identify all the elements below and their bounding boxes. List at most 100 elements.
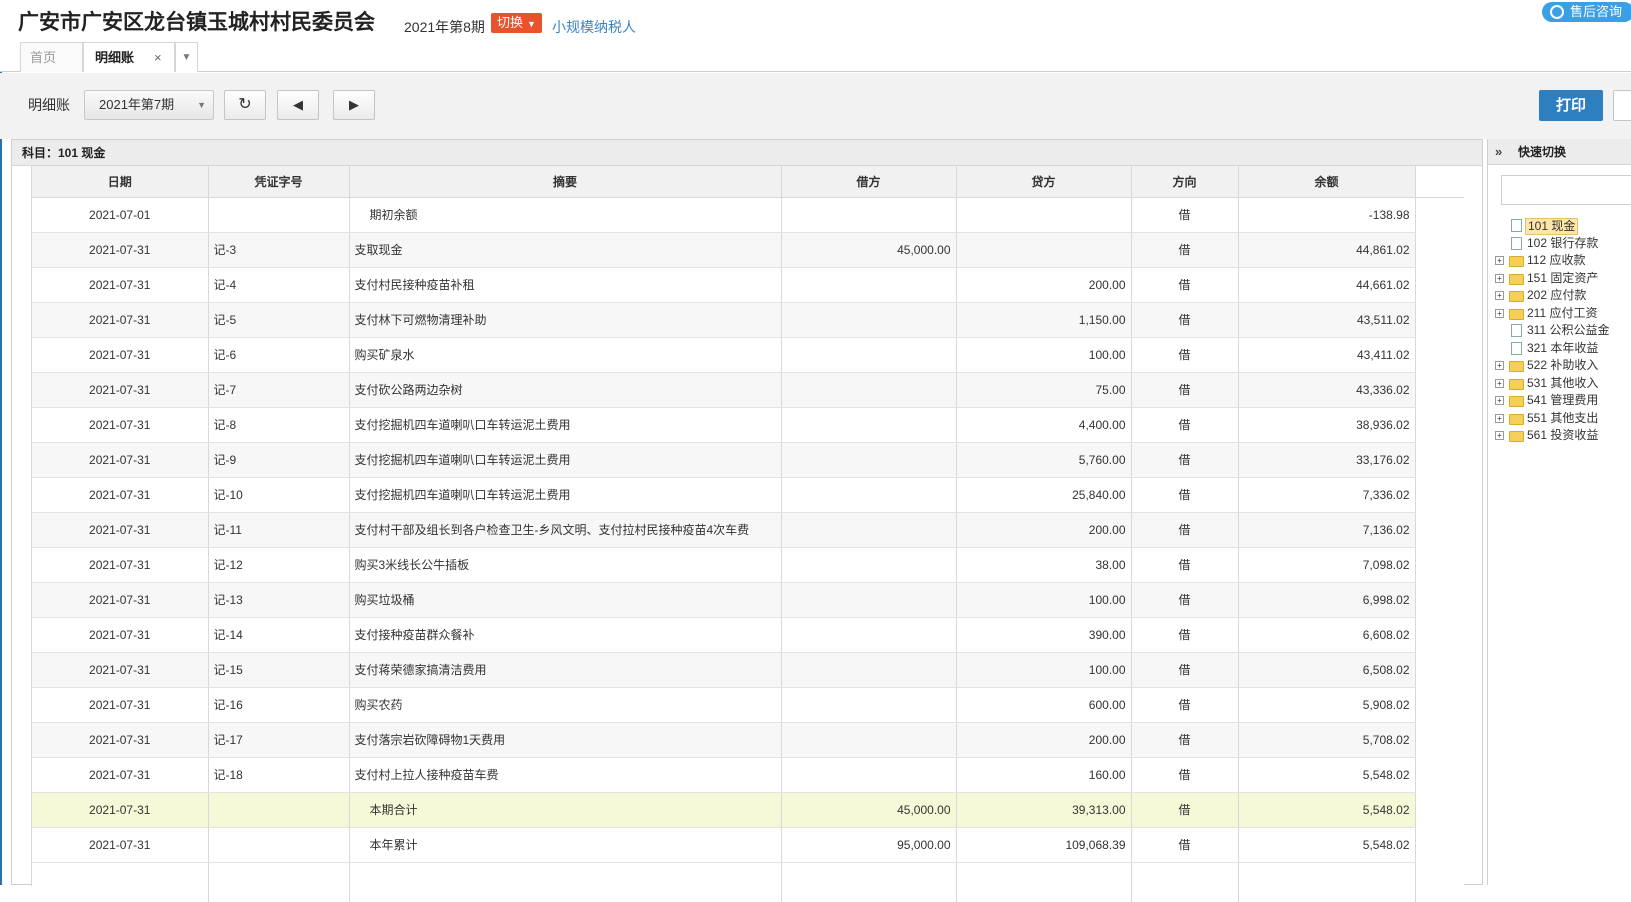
tab-bar: 首页 明细账 × ▼ xyxy=(0,40,1631,72)
tree-item[interactable]: +202 应付款 xyxy=(1488,287,1631,305)
cell-direction: 借 xyxy=(1131,372,1239,408)
tree-item-label: 202 应付款 xyxy=(1527,288,1587,302)
table-row[interactable]: 2021-07-31 本年累计 95,000.00 109,068.39 借 5,548.… xyxy=(32,827,1464,863)
cell-summary: 支付挖掘机四车道喇叭口车转运泥土费用 xyxy=(349,477,782,513)
tree-item[interactable]: 311 公积公益金 xyxy=(1488,322,1631,340)
cell-credit: 200.00 xyxy=(956,512,1132,548)
cell-voucher: 记-14 xyxy=(208,617,350,653)
table-row[interactable]: 2021-07-31 记-6 购买矿泉水 100.00 借 43,411.02 xyxy=(32,337,1464,373)
cell-credit: 100.00 xyxy=(956,652,1132,688)
tab-home[interactable]: 首页 xyxy=(20,42,83,72)
cell-balance: 7,136.02 xyxy=(1238,512,1416,548)
ledger-table-container[interactable]: 日期 凭证字号 摘要 借方 贷方 方向 余额 2021-07-01 期初余额借 -1… xyxy=(31,166,1464,902)
table-row[interactable]: 2021-07-01 期初余额 借 -138.98 xyxy=(32,197,1464,233)
cell-empty xyxy=(1415,862,1464,902)
cell-balance: -138.98 xyxy=(1238,197,1416,233)
table-row[interactable]: 2021-07-31 记-17 支付落宗岩砍障碍物1天费用 200.00 借 5,708.… xyxy=(32,722,1464,758)
tree-item[interactable]: +541 管理费用 xyxy=(1488,392,1631,410)
cell-voucher xyxy=(208,827,350,863)
cell-credit: 100.00 xyxy=(956,582,1132,618)
previous-period-button[interactable]: ◀ xyxy=(277,90,319,120)
headset-icon xyxy=(1550,5,1564,19)
tree-item[interactable]: +211 应付工资 xyxy=(1488,305,1631,323)
expand-icon[interactable]: + xyxy=(1495,256,1504,265)
expand-icon[interactable]: + xyxy=(1495,308,1504,318)
cell-debit xyxy=(781,337,957,373)
cell-debit xyxy=(781,722,957,758)
account-search-input[interactable] xyxy=(1501,175,1631,205)
taxpayer-type-link[interactable]: 小规模纳税人 xyxy=(552,17,636,37)
cell-date: 2021-07-31 xyxy=(32,722,209,758)
expand-icon[interactable]: + xyxy=(1495,378,1504,388)
tree-item-label: 102 银行存款 xyxy=(1527,235,1599,250)
table-row[interactable]: 2021-07-31 记-5 支付林下可燃物清理补助 1,150.00 借 43,511.… xyxy=(32,302,1464,338)
table-row[interactable]: 2021-07-31 记-8 支付挖掘机四车道喇叭口车转运泥土费用 4,400.00 借… xyxy=(32,407,1464,443)
tree-item[interactable]: +151 固定资产 xyxy=(1488,270,1631,288)
tree-item[interactable]: 101 现金 xyxy=(1488,217,1631,235)
table-row[interactable]: 2021-07-31 记-18 支付村上拉人接种疫苗车费 160.00 借 5,548.0… xyxy=(32,757,1464,793)
column-header-summary: 摘要 xyxy=(349,166,782,198)
cell-spacer xyxy=(1415,267,1464,302)
tree-item-label: 522 补助收入 xyxy=(1527,358,1599,372)
tree-item[interactable]: +522 补助收入 xyxy=(1488,357,1631,375)
expand-icon[interactable]: + xyxy=(1495,413,1504,423)
cell-summary: 支付接种疫苗群众餐补 xyxy=(349,617,782,653)
account-title: 科目：101 现金 xyxy=(12,140,1482,166)
close-icon[interactable]: × xyxy=(154,43,162,73)
tree-item[interactable]: 102 银行存款 xyxy=(1488,235,1631,253)
cell-spacer xyxy=(1415,232,1464,267)
table-row[interactable]: 2021-07-31 记-9 支付挖掘机四车道喇叭口车转运泥土费用 5,760.00 借… xyxy=(32,442,1464,478)
expand-icon[interactable]: + xyxy=(1495,361,1504,370)
table-row[interactable]: 2021-07-31 记-4 支付村民接种疫苗补租 200.00 借 44,661.02 xyxy=(32,267,1464,303)
tree-item[interactable]: 321 本年收益 xyxy=(1488,340,1631,358)
next-period-button[interactable]: ▶ xyxy=(333,90,375,120)
cell-spacer xyxy=(1415,792,1464,827)
refresh-button[interactable]: ↻ xyxy=(224,90,266,120)
cell-summary: 本期合计 xyxy=(349,792,782,828)
cell-debit xyxy=(781,407,957,443)
table-row[interactable]: 2021-07-31 本期合计 45,000.00 39,313.00 借 5,548.0… xyxy=(32,792,1464,828)
table-row[interactable]: 2021-07-31 记-3 支取现金 45,000.00 借 44,861.02 xyxy=(32,232,1464,268)
cell-summary: 购买农药 xyxy=(349,687,782,723)
tree-item[interactable]: +551 其他支出 xyxy=(1488,410,1631,428)
expand-icon[interactable]: + xyxy=(1495,291,1504,300)
tree-item[interactable]: +112 应收款 xyxy=(1488,252,1631,270)
table-row[interactable]: 2021-07-31 记-14 支付接种疫苗群众餐补 390.00 借 6,608.02 xyxy=(32,617,1464,653)
table-row[interactable]: 2021-07-31 记-11 支付村干部及组长到各户检查卫生-乡风文明、支付拉村民… xyxy=(32,512,1464,548)
cell-summary: 支付挖掘机四车道喇叭口车转运泥土费用 xyxy=(349,442,782,478)
cell-spacer xyxy=(1415,442,1464,477)
cell-voucher: 记-10 xyxy=(208,477,350,513)
cell-spacer xyxy=(1415,407,1464,442)
table-row[interactable]: 2021-07-31 记-13 购买垃圾桶 100.00 借 6,998.02 xyxy=(32,582,1464,618)
cell-summary: 支付村上拉人接种疫苗车费 xyxy=(349,757,782,793)
more-button[interactable] xyxy=(1613,90,1631,121)
cell-credit xyxy=(956,197,1132,233)
switch-period-button[interactable]: 切换 ▼ xyxy=(491,13,542,33)
cell-debit xyxy=(781,372,957,408)
tab-more-dropdown[interactable]: ▼ xyxy=(175,42,198,72)
tree-item-label: 551 其他支出 xyxy=(1527,410,1599,425)
expand-icon[interactable]: + xyxy=(1495,431,1504,440)
table-row[interactable]: 2021-07-31 记-12 购买3米线长公牛插板 38.00 借 7,098.02 xyxy=(32,547,1464,583)
switch-label: 切换 xyxy=(497,15,524,30)
print-button[interactable]: 打印 xyxy=(1539,90,1603,121)
cell-direction: 借 xyxy=(1131,792,1239,828)
tree-item[interactable]: +561 投资收益 xyxy=(1488,427,1631,445)
tree-item[interactable]: +531 其他收入 xyxy=(1488,375,1631,393)
table-row[interactable]: 2021-07-31 记-7 支付砍公路两边杂树 75.00 借 43,336.02 xyxy=(32,372,1464,408)
cell-balance: 43,336.02 xyxy=(1238,372,1416,408)
cell-debit xyxy=(781,617,957,653)
cell-date: 2021-07-31 xyxy=(32,372,209,408)
expand-icon[interactable]: + xyxy=(1495,396,1504,405)
collapse-panel-icon[interactable]: » xyxy=(1495,139,1502,165)
after-sales-consult-button[interactable]: 售后咨询 xyxy=(1542,2,1631,22)
cell-voucher: 记-15 xyxy=(208,652,350,688)
table-row[interactable]: 2021-07-31 记-10 支付挖掘机四车道喇叭口车转运泥土费用 25,840.0… xyxy=(32,477,1464,513)
table-empty-row xyxy=(32,862,1464,902)
cell-voucher: 记-3 xyxy=(208,232,350,268)
expand-icon[interactable]: + xyxy=(1495,273,1504,283)
period-select[interactable]: 2021年第7期 ▼ xyxy=(84,90,214,120)
table-row[interactable]: 2021-07-31 记-15 支付蒋荣德家搞清洁费用 100.00 借 6,508.02 xyxy=(32,652,1464,688)
table-row[interactable]: 2021-07-31 记-16 购买农药 600.00 借 5,908.02 xyxy=(32,687,1464,723)
tab-detail-ledger[interactable]: 明细账 × xyxy=(83,42,175,72)
